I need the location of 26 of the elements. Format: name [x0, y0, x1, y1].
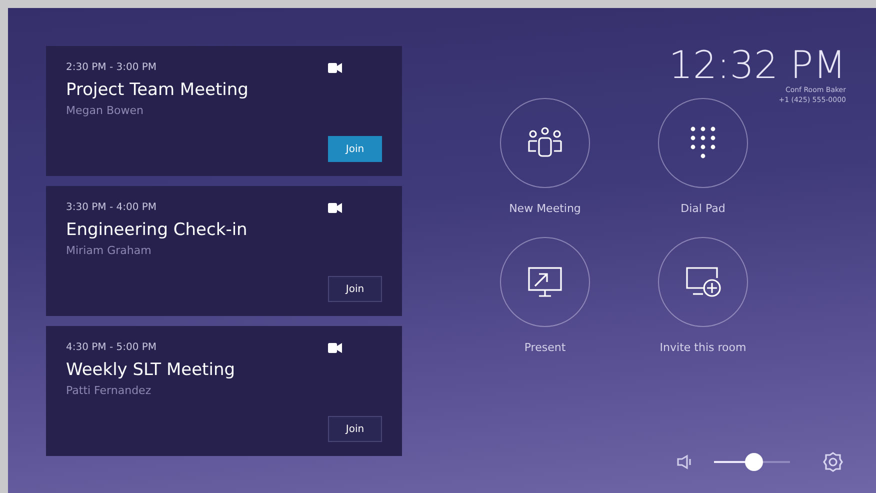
meeting-title: Weekly SLT Meeting: [66, 360, 236, 380]
settings-icon[interactable]: [822, 451, 844, 473]
meeting-title: Engineering Check-in: [66, 220, 248, 240]
meeting-organizer: Megan Bowen: [66, 104, 144, 117]
video-icon: [328, 62, 342, 74]
video-icon: [328, 342, 342, 354]
meeting-title: Project Team Meeting: [66, 80, 250, 100]
meeting-organizer: Patti Fernandez: [66, 384, 152, 397]
volume-thumb[interactable]: [744, 453, 763, 471]
clock-time: 12:32 PM: [668, 46, 846, 84]
speaker-icon[interactable]: [676, 454, 694, 470]
join-button[interactable]: Join: [328, 136, 382, 162]
display-add-icon: [683, 264, 723, 300]
meeting-time: 2:30 PM - 3:00 PM: [66, 62, 158, 74]
action-button[interactable]: New Meeting: [475, 98, 615, 215]
meeting-time: 3:30 PM - 4:00 PM: [66, 202, 158, 214]
join-button[interactable]: Join: [328, 276, 382, 302]
video-icon: [328, 202, 342, 214]
screen-share-icon: [525, 264, 565, 300]
meeting-time: 4:30 PM - 5:00 PM: [66, 342, 158, 354]
dial-pad-icon: [688, 125, 718, 161]
join-button[interactable]: Join: [328, 416, 382, 442]
meeting-organizer: Miriam Graham: [66, 244, 152, 257]
action-button[interactable]: Dial Pad: [633, 98, 773, 215]
action-button[interactable]: Invite this room: [633, 237, 773, 354]
action-button[interactable]: Present: [475, 237, 615, 354]
